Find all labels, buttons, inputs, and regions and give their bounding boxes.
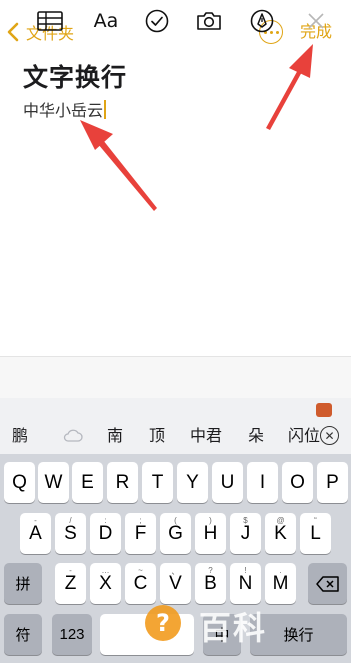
language-key[interactable]: 中: [203, 614, 241, 655]
key-a[interactable]: -A: [20, 513, 51, 554]
note-text: 中华小岳云: [23, 101, 104, 120]
candidate-word[interactable]: 南: [107, 426, 123, 446]
table-icon: [37, 11, 63, 31]
checklist-button[interactable]: [145, 8, 169, 34]
camera-button[interactable]: [195, 8, 223, 34]
key-n[interactable]: ! N: [230, 563, 261, 604]
note-title[interactable]: 文字换行: [23, 58, 127, 94]
markup-button[interactable]: [250, 8, 274, 34]
candidate-word[interactable]: 鹏: [12, 426, 28, 446]
table-button[interactable]: [37, 8, 63, 34]
key-v[interactable]: 、 V: [160, 563, 191, 604]
key-e[interactable]: E: [72, 462, 103, 503]
close-icon: [308, 13, 324, 29]
key-o[interactable]: O: [282, 462, 313, 503]
format-toolbar: [0, 356, 351, 398]
key-r[interactable]: R: [107, 462, 138, 503]
symbols-key[interactable]: 符: [4, 614, 42, 655]
key-d[interactable]: :D: [90, 513, 121, 554]
key-j[interactable]: $ J: [230, 513, 261, 554]
arrow-to-done: [266, 44, 313, 130]
camera-icon: [197, 12, 221, 30]
key-t[interactable]: T: [142, 462, 173, 503]
backspace-icon: [315, 575, 339, 592]
return-key[interactable]: 换行: [250, 614, 347, 655]
candidate-bar-top: [0, 398, 351, 420]
candidate-word[interactable]: 中君: [190, 426, 222, 446]
key-m[interactable]: .M: [265, 563, 296, 604]
candidate-word[interactable]: 顶: [149, 426, 165, 446]
text-format-button[interactable]: Aa: [89, 8, 123, 34]
cloud-icon[interactable]: [63, 428, 83, 448]
checklist-icon: [145, 9, 169, 33]
key-x[interactable]: … X: [90, 563, 121, 604]
candidate-word[interactable]: 朵: [248, 426, 264, 446]
arrow-to-text: [80, 120, 157, 211]
numbers-key[interactable]: 123: [52, 614, 92, 655]
key-p[interactable]: P: [317, 462, 348, 503]
emoji-icon[interactable]: [316, 403, 332, 417]
space-key[interactable]: [100, 614, 194, 655]
key-i[interactable]: I: [247, 462, 278, 503]
key-w[interactable]: W: [38, 462, 69, 503]
key-k[interactable]: @ K: [265, 513, 296, 554]
key-c[interactable]: ~ C: [125, 563, 156, 604]
markup-icon: [250, 9, 274, 33]
text-caret: [104, 99, 107, 119]
key-u[interactable]: U: [212, 462, 243, 503]
note-body-line[interactable]: 中华小岳云: [23, 97, 107, 121]
key-h[interactable]: ) H: [195, 513, 226, 554]
close-toolbar-button[interactable]: [306, 8, 326, 34]
key-g[interactable]: (G: [160, 513, 191, 554]
key-s[interactable]: / S: [55, 513, 86, 554]
delete-key[interactable]: [308, 563, 347, 604]
key-q[interactable]: Q: [4, 462, 35, 503]
chevron-left-icon: [7, 22, 19, 42]
pinyin-mode-key[interactable]: 拼: [4, 563, 42, 604]
key-z[interactable]: -Z: [55, 563, 86, 604]
candidate-close-button[interactable]: ✕: [320, 426, 339, 445]
candidate-word[interactable]: 闪位: [288, 426, 320, 446]
key-l[interactable]: “L: [300, 513, 331, 554]
ellipsis-dot: [275, 30, 279, 34]
key-f[interactable]: ; F: [125, 513, 156, 554]
key-b[interactable]: ? B: [195, 563, 226, 604]
key-y[interactable]: Y: [177, 462, 208, 503]
